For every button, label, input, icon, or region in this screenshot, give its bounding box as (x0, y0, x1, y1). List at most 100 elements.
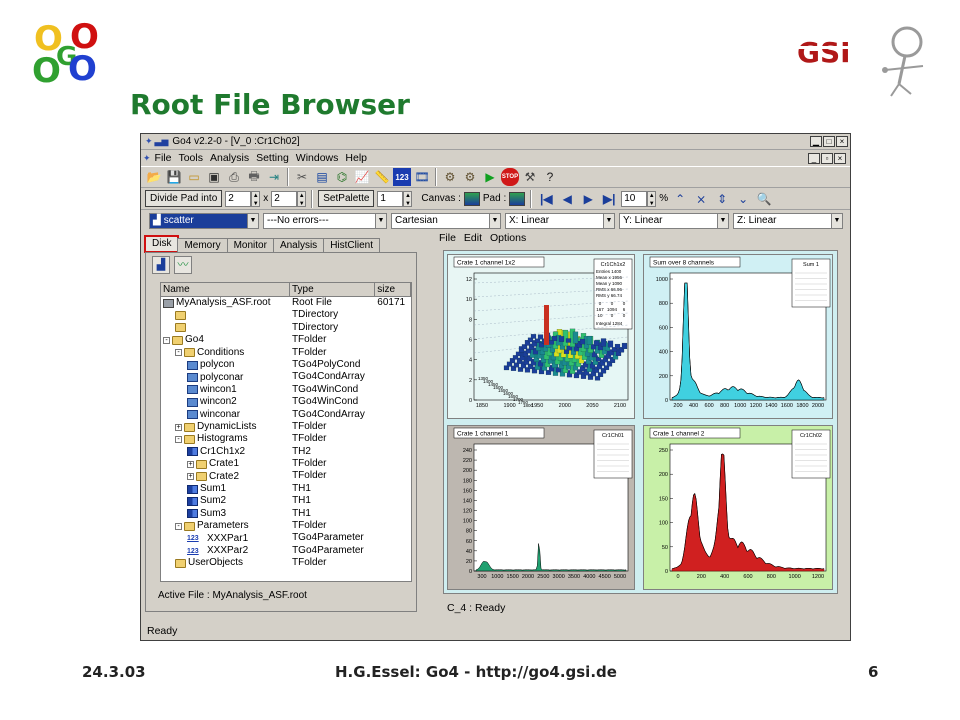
menu-file[interactable]: File (155, 152, 172, 164)
palette-spinner[interactable]: 1 ▲ ▼ (377, 190, 413, 207)
collapse-icon[interactable]: - (175, 349, 182, 357)
canvas-menu-edit[interactable]: Edit (464, 232, 482, 246)
histogram-icon[interactable]: ▟ (152, 256, 170, 274)
chevron-down-icon[interactable]: ▼ (375, 213, 386, 228)
palette-value[interactable]: 1 (377, 190, 404, 207)
export-icon[interactable]: ⇥ (265, 168, 283, 186)
disk-icon[interactable]: ▣ (205, 168, 223, 186)
tree-row[interactable]: - Histograms TFolder (161, 433, 411, 445)
tree-row[interactable]: 123 XXXPar2 TGo4Parameter (161, 545, 411, 557)
column-header-name[interactable]: Name (161, 283, 290, 296)
tree-row[interactable]: UserObjects TFolder (161, 557, 411, 569)
maximize-button[interactable]: □ (823, 136, 835, 147)
zoom-value[interactable]: 10 (621, 190, 648, 207)
help-icon[interactable]: ? (541, 168, 559, 186)
tree-row[interactable]: polyconar TGo4CondArray (161, 371, 411, 383)
chevron-down-icon[interactable]: ▼ (603, 213, 614, 228)
zoom-spinner[interactable]: 10 ▲ ▼ (621, 190, 657, 207)
save-icon[interactable]: 💾 (165, 168, 183, 186)
shift-up-icon[interactable]: ⌃ (671, 190, 689, 208)
shrink-icon[interactable]: ⇕ (713, 190, 731, 208)
close-button[interactable]: × (836, 136, 848, 147)
divide-pad-button[interactable]: Divide Pad into (145, 190, 223, 207)
tab-memory[interactable]: Memory (177, 238, 228, 252)
tree-row[interactable]: TDirectory (161, 309, 411, 321)
tree-row[interactable]: winconar TGo4CondArray (161, 409, 411, 421)
chevron-down-icon[interactable]: ▼ (247, 213, 258, 228)
menu-setting[interactable]: Setting (256, 152, 289, 164)
coordinate-select[interactable]: Cartesian ▼ (391, 212, 501, 229)
cut-icon[interactable]: ✂ (293, 168, 311, 186)
tree-row[interactable]: TDirectory (161, 322, 411, 334)
expand-icon[interactable]: + (175, 423, 182, 431)
divide-x-value[interactable]: 2 (225, 190, 252, 207)
stop-icon[interactable]: STOP (501, 168, 519, 186)
y-scale-select[interactable]: Y: Linear ▼ (619, 212, 729, 229)
zoom-icon[interactable]: 🔍 (755, 190, 773, 208)
divide-x-spinner[interactable]: 2 ▲ ▼ (225, 190, 261, 207)
mdi-close-button[interactable]: × (834, 152, 846, 164)
ruler-icon[interactable]: 📏 (373, 168, 391, 186)
spin-arrows-icon[interactable]: ▲ ▼ (647, 190, 657, 207)
tree-row[interactable]: - Parameters TFolder (161, 520, 411, 532)
menu-help[interactable]: Help (345, 152, 367, 164)
spin-arrows-icon[interactable]: ▲ ▼ (403, 190, 413, 207)
tab-histclient[interactable]: HistClient (323, 238, 380, 252)
first-icon[interactable]: |◀ (537, 190, 555, 208)
collapse-icon[interactable]: - (163, 336, 170, 344)
window-titlebar[interactable]: ✦ ▃▅ Go4 v2.2-0 - [V_0 :Cr1Ch02] ▁ □ × (141, 134, 850, 150)
tree-icon[interactable]: ⌬ (333, 168, 351, 186)
chevron-down-icon[interactable]: ▼ (831, 213, 842, 228)
mdi-minimize-button[interactable]: _ (808, 152, 820, 164)
tab-disk[interactable]: Disk (143, 235, 180, 253)
expand-icon[interactable]: + (187, 460, 194, 468)
tree-row[interactable]: polycon TGo4PolyCond (161, 359, 411, 371)
last-icon[interactable]: ▶| (600, 190, 618, 208)
spin-arrows-icon[interactable]: ▲ ▼ (297, 190, 307, 207)
draw-line-icon[interactable]: 〰 (174, 256, 192, 274)
canvas-color-icon[interactable] (463, 191, 480, 206)
tree-row[interactable]: wincon2 TGo4WinCond (161, 396, 411, 408)
print-icon[interactable]: ⎙ (225, 168, 243, 186)
menu-analysis[interactable]: Analysis (210, 152, 249, 164)
canvas-menu-file[interactable]: File (439, 232, 456, 246)
menu-tools[interactable]: Tools (178, 152, 203, 164)
draw-option-select[interactable]: ▟ scatter ▼ (149, 212, 259, 229)
expand-icon[interactable]: ⨯ (692, 190, 710, 208)
tree-row[interactable]: 123 XXXPar1 TGo4Parameter (161, 532, 411, 544)
divide-y-spinner[interactable]: 2 ▲ ▼ (271, 190, 307, 207)
divide-y-value[interactable]: 2 (271, 190, 298, 207)
histogram-pad[interactable]: Crate 1 channel 1x2 Cr1Ch1x2 Entries 1400 M… (447, 254, 635, 419)
error-option-select[interactable]: ---No errors--- ▼ (263, 212, 387, 229)
tab-analysis[interactable]: Analysis (272, 238, 325, 252)
tree-row[interactable]: Sum3 TH1 (161, 508, 411, 520)
canvas-menu-options[interactable]: Options (490, 232, 526, 246)
menu-windows[interactable]: Windows (296, 152, 339, 164)
tree-row[interactable]: - Conditions TFolder (161, 347, 411, 359)
collapse-icon[interactable]: - (175, 522, 182, 530)
printer-icon[interactable]: 🖶 (245, 168, 263, 186)
minimize-button[interactable]: ▁ (810, 136, 822, 147)
tab-monitor[interactable]: Monitor (226, 238, 274, 252)
column-header-type[interactable]: Type (290, 283, 376, 296)
column-header-size[interactable]: size (375, 283, 411, 296)
histogram-pad[interactable]: Crate 1 channel 1 Cr1Ch01 240 220 200 180 160 1… (447, 425, 635, 590)
tree-row[interactable]: Sum2 TH1 (161, 495, 411, 507)
tree-row[interactable]: MyAnalysis_ASF.root Root File 60171 (161, 297, 411, 309)
setpalette-button[interactable]: SetPalette (318, 190, 375, 207)
counter-icon[interactable]: 123 (393, 168, 411, 186)
folder-icon[interactable]: ▭ (185, 168, 203, 186)
cogs-icon[interactable]: ⚙ (461, 168, 479, 186)
tools-icon[interactable]: ⚒ (521, 168, 539, 186)
expand-icon[interactable]: + (187, 473, 194, 481)
monitor-icon[interactable]: ▤ (313, 168, 331, 186)
chart-icon[interactable]: 📈 (353, 168, 371, 186)
tree-row[interactable]: Cr1Ch1x2 TH2 (161, 446, 411, 458)
collapse-icon[interactable]: - (175, 435, 182, 443)
histogram-pad[interactable]: Sum over 8 channels Sum 1 1000 800 600 400 200… (643, 254, 833, 419)
open-icon[interactable]: 📂 (145, 168, 163, 186)
z-scale-select[interactable]: Z: Linear ▼ (733, 212, 843, 229)
chevron-down-icon[interactable]: ▼ (489, 213, 500, 228)
spin-arrows-icon[interactable]: ▲ ▼ (251, 190, 261, 207)
pad-color-icon[interactable] (509, 191, 526, 206)
